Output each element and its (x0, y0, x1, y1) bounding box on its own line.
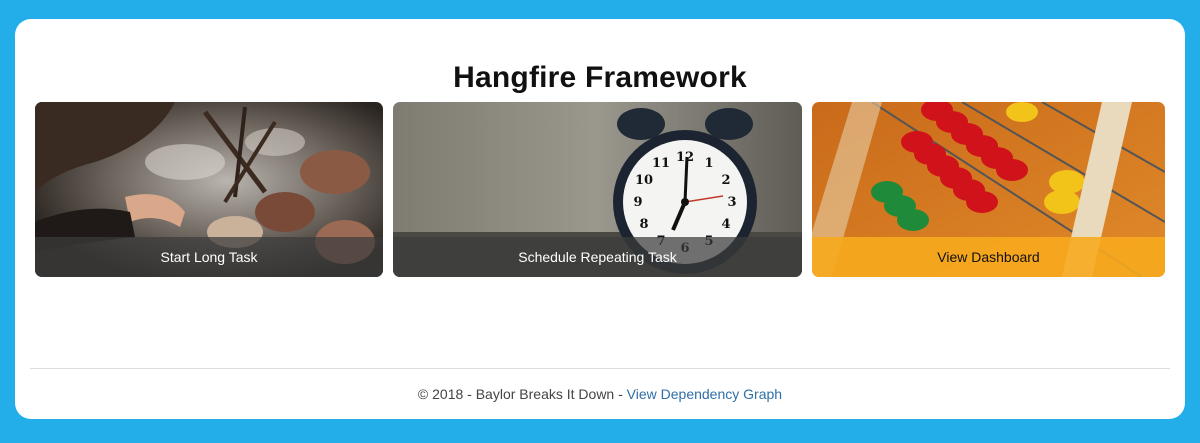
footer-divider (30, 368, 1170, 369)
view-dependency-graph-link[interactable]: View Dependency Graph (627, 386, 782, 402)
clock-numeral: 4 (721, 217, 730, 232)
footer-copyright: © 2018 - Baylor Breaks It Down - (417, 386, 627, 402)
view-dashboard-label: View Dashboard (812, 237, 1165, 277)
clock-numeral: 10 (635, 173, 653, 188)
start-long-task-label: Start Long Task (35, 237, 383, 277)
schedule-repeating-task-card[interactable]: 12 1 2 3 4 5 6 7 8 9 10 11 (393, 102, 802, 277)
footer: © 2018 - Baylor Breaks It Down - View De… (15, 386, 1185, 402)
clock-numeral: 9 (633, 195, 642, 210)
clock-numeral: 2 (721, 173, 730, 188)
start-long-task-card[interactable]: Start Long Task (35, 102, 383, 277)
clock-numeral: 11 (652, 156, 670, 171)
content-panel: Hangfire Framework Start Long Task 12 1 … (15, 19, 1185, 419)
clock-numeral: 8 (639, 217, 648, 232)
card-row: Start Long Task 12 1 2 3 4 8 9 10 11 Sch… (35, 102, 1165, 277)
view-dashboard-card[interactable]: View Dashboard (812, 102, 1165, 277)
page-title: Hangfire Framework (453, 61, 747, 94)
clock-numeral: 12 (676, 150, 694, 165)
clock-numeral: 3 (727, 195, 736, 210)
clock-numeral: 1 (704, 156, 713, 171)
schedule-repeating-task-label: Schedule Repeating Task (393, 237, 802, 277)
